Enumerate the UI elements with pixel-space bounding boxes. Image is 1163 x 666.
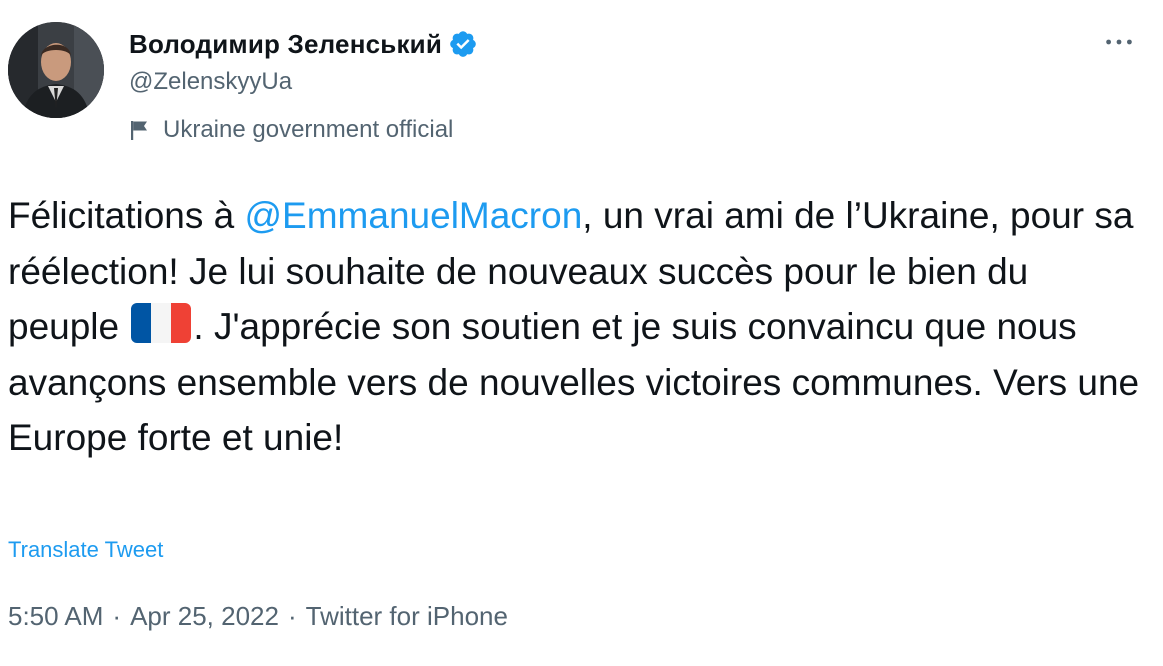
tweet-text-part: Félicitations à: [8, 195, 245, 236]
label-text: Ukraine government official: [163, 116, 454, 143]
flag-icon: [129, 118, 151, 142]
author-info: Володимир Зеленський @ZelenskyyUa Ukrain…: [129, 26, 478, 146]
avatar[interactable]: [8, 22, 104, 118]
tweet-meta: 5:50 AM · Apr 25, 2022 · Twitter for iPh…: [8, 601, 508, 632]
verified-badge-icon: [448, 29, 478, 59]
handle[interactable]: @ZelenskyyUa: [129, 66, 478, 98]
avatar-image: [8, 22, 104, 118]
mention-link[interactable]: @EmmanuelMacron: [245, 195, 583, 236]
tweet-source[interactable]: Twitter for iPhone: [306, 601, 508, 632]
france-flag-emoji: [131, 303, 192, 343]
tweet-text: Félicitations à @EmmanuelMacron, un vrai…: [8, 188, 1148, 466]
meta-separator: ·: [112, 601, 122, 631]
display-name[interactable]: Володимир Зеленський: [129, 29, 442, 60]
account-label: Ukraine government official: [129, 114, 478, 146]
tweet-time[interactable]: 5:50 AM: [8, 601, 103, 632]
more-options-icon[interactable]: [1099, 22, 1139, 62]
tweet-header: Володимир Зеленський @ZelenskyyUa Ukrain…: [8, 22, 1163, 152]
meta-separator: ·: [287, 601, 297, 631]
display-name-row: Володимир Зеленський: [129, 26, 478, 62]
tweet-date[interactable]: Apr 25, 2022: [130, 601, 279, 632]
translate-tweet-link[interactable]: Translate Tweet: [8, 537, 163, 563]
